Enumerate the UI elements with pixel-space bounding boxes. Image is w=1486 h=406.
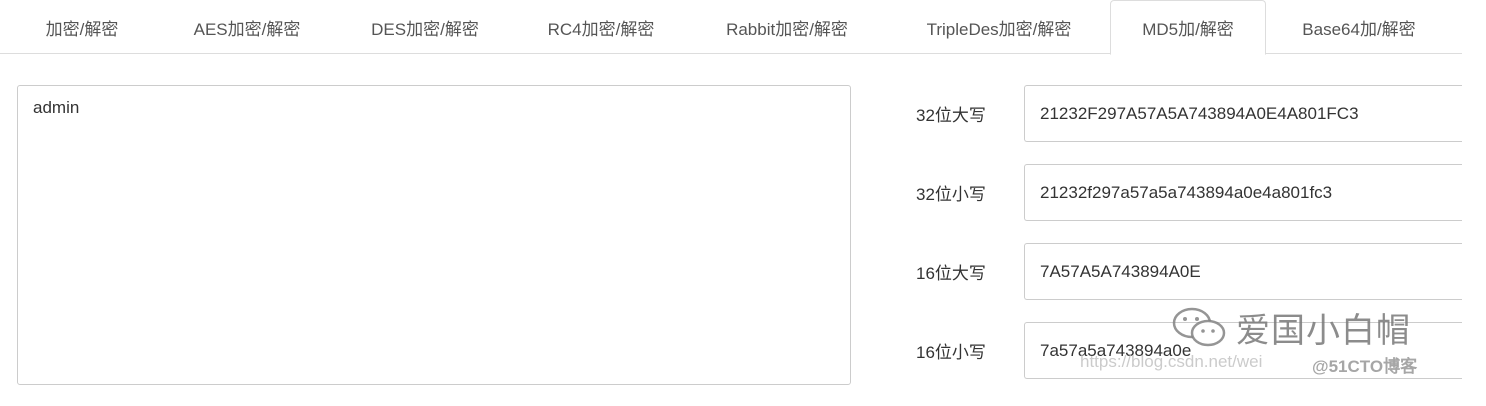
result-label-16-lower: 16位小写 xyxy=(916,342,986,362)
tab-aes[interactable]: AES加密/解密 xyxy=(160,0,334,54)
result-field-32-lower[interactable] xyxy=(1024,164,1484,221)
watermark: 爱国小白帽 xyxy=(1170,303,1411,352)
wechat-icon xyxy=(1172,307,1226,346)
tab-md5[interactable]: MD5加/解密 xyxy=(1110,0,1266,55)
watermark-text: 爱国小白帽 xyxy=(1236,312,1411,350)
tab-tripledes[interactable]: TripleDes加密/解密 xyxy=(896,0,1102,54)
result-field-32-upper[interactable] xyxy=(1024,85,1484,142)
result-label-16-upper: 16位大写 xyxy=(916,263,986,283)
tab-rc4[interactable]: RC4加密/解密 xyxy=(520,0,682,54)
plaintext-input[interactable] xyxy=(17,85,851,385)
result-label-32-upper: 32位大写 xyxy=(916,105,986,125)
right-edge-mask xyxy=(1462,0,1486,406)
watermark-site: @51CTO博客 xyxy=(1312,357,1418,376)
tab-encrypt-decrypt[interactable]: 加密/解密 xyxy=(17,0,147,54)
tab-base64[interactable]: Base64加/解密 xyxy=(1272,0,1446,54)
tab-rabbit[interactable]: Rabbit加密/解密 xyxy=(694,0,880,54)
tab-des[interactable]: DES加密/解密 xyxy=(340,0,510,54)
watermark-url: https://blog.csdn.net/wei xyxy=(1080,352,1263,371)
result-label-32-lower: 32位小写 xyxy=(916,184,986,204)
result-field-16-upper[interactable] xyxy=(1024,243,1484,300)
tab-bar: 加密/解密 AES加密/解密 DES加密/解密 RC4加密/解密 Rabbit加… xyxy=(0,0,1462,55)
